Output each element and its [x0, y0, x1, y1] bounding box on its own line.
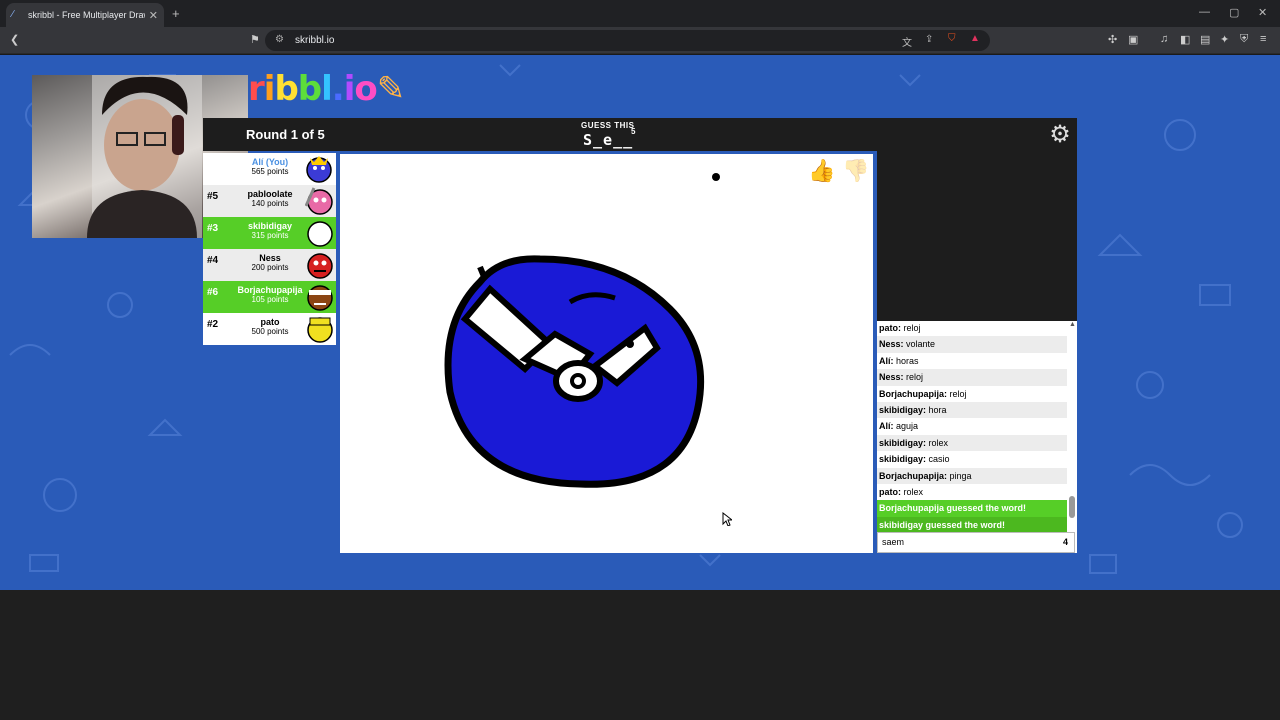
menu-icon[interactable]: ≡ — [1260, 33, 1266, 45]
chat-message: pato: rolex — [879, 486, 924, 497]
guessed-message: Borjachupapija guessed the word! — [877, 500, 1067, 517]
chat-message: Borjachupapija: reloj — [879, 388, 967, 399]
chat-message: skibidigay: hora — [877, 401, 1067, 419]
player-rank: #5 — [207, 191, 219, 202]
back-icon[interactable]: ❮ — [10, 33, 19, 46]
minimize-button[interactable]: — — [1199, 6, 1210, 18]
players-list: #1 Alí (You) 565 points #5 pabloolate 140 … — [203, 153, 336, 346]
player-row[interactable]: #5 pabloolate 140 points — [203, 185, 336, 217]
player-avatar — [306, 156, 332, 183]
player-rank: #3 — [207, 223, 219, 234]
wallet-icon[interactable]: ▤ — [1200, 33, 1210, 46]
chat-message: Ness: volante — [877, 336, 1067, 353]
tab-title: skribbl - Free Multiplayer Drawin — [28, 10, 145, 20]
translate-icon[interactable]: 文 — [902, 34, 912, 49]
thumbs-down-icon[interactable]: 👎 — [842, 158, 869, 184]
player-rank: #4 — [207, 255, 219, 266]
round-indicator: Round 1 of 5 — [246, 127, 325, 142]
player-avatar — [307, 221, 333, 247]
player-name: Ness — [259, 253, 281, 263]
bookmark-icon[interactable]: ⚑ — [250, 33, 260, 46]
player-avatar — [307, 285, 333, 311]
skribbl-favicon-icon: ∕ — [12, 9, 14, 20]
player-row[interactable]: #1 Alí (You) 565 points — [203, 153, 336, 185]
screenshot-icon[interactable]: ▣ — [1128, 33, 1138, 46]
player-row[interactable]: #4 Ness 200 points — [203, 249, 336, 281]
page-background: ribbl.io✎ Round 1 of 5 GUESS THIS S_e__ … — [0, 55, 1280, 590]
player-points: 565 points — [251, 167, 289, 176]
player-points: 200 points — [251, 263, 289, 272]
chat-message: Alí: horas — [879, 355, 919, 366]
player-row[interactable]: #3 skibidigay 315 points — [203, 217, 336, 249]
vpn-icon[interactable]: ⛨ — [1240, 33, 1248, 46]
player-name: Alí (You) — [251, 157, 289, 167]
chat-input-text: saem — [882, 537, 905, 547]
extensions-icon[interactable]: ✣ — [1108, 33, 1117, 46]
player-points: 500 points — [251, 327, 289, 336]
scroll-thumb[interactable] — [1069, 496, 1075, 518]
player-rank: #6 — [207, 287, 219, 298]
maximize-button[interactable]: ▢ — [1229, 6, 1239, 19]
site-info-icon[interactable]: ⚙ — [275, 34, 284, 45]
guessed-message: skibidigay guessed the word! — [877, 516, 1067, 534]
player-points: 315 points — [251, 231, 289, 240]
chat-header-area — [877, 151, 1077, 321]
player-name: pato — [260, 317, 280, 327]
chat-message: pato: reloj — [879, 323, 921, 333]
chat-panel: pato: reloj Ness: volante Alí: horas Nes… — [877, 151, 1077, 553]
share-icon[interactable]: ⇪ — [925, 34, 933, 45]
browser-tab[interactable]: ∕ skribbl - Free Multiplayer Drawin ✕ — [6, 3, 164, 27]
drawing-canvas[interactable]: 👍 👎 — [340, 154, 873, 553]
player-rank: #2 — [207, 319, 219, 330]
guess-this-label: GUESS THIS — [581, 121, 635, 130]
player-points: 105 points — [251, 295, 289, 304]
player-name: skibidigay — [247, 221, 292, 231]
address-bar[interactable]: ⚙ skribbl.io 文 ⇪ ⛉ ▲ — [265, 30, 990, 51]
chat-input[interactable]: saem 4 — [877, 532, 1075, 553]
page-footer-area — [0, 590, 1280, 720]
game-header: Round 1 of 5 GUESS THIS S_e__ 5 ⚙ — [203, 118, 1077, 151]
player-name: pabloolate — [247, 189, 293, 199]
browser-tab-bar: ∕ skribbl - Free Multiplayer Drawin ✕ + … — [0, 0, 1280, 27]
player-points: 140 points — [251, 199, 289, 208]
chat-message: Ness: reloj — [877, 369, 1067, 386]
new-tab-button[interactable]: + — [172, 6, 180, 21]
tab-close-icon[interactable]: ✕ — [149, 9, 158, 22]
scroll-up-icon[interactable]: ▲ — [1069, 321, 1076, 328]
chat-message: skibidigay: casio — [879, 454, 950, 465]
chat-char-count: 4 — [1062, 537, 1068, 547]
url-text: skribbl.io — [295, 35, 335, 46]
media-icon[interactable]: ♫ — [1160, 33, 1168, 45]
player-avatar — [307, 253, 333, 279]
brave-shield-icon[interactable]: ⛉ — [948, 33, 956, 44]
thumbs-up-icon[interactable]: 👍 — [808, 158, 835, 184]
chat-message: Alí: aguja — [879, 421, 919, 432]
close-window-button[interactable]: ✕ — [1258, 6, 1267, 19]
player-row[interactable]: #6 Borjachupapija 105 points — [203, 281, 336, 313]
chat-message: skibidigay: rolex — [877, 434, 1067, 452]
brave-rewards-icon[interactable]: ▲ — [970, 33, 980, 44]
player-avatar — [307, 317, 333, 343]
browser-toolbar: ❮ ⚑ ⚙ skribbl.io 文 ⇪ ⛉ ▲ ✣ ▣ ♫ ◧ ▤ ✦ ⛨ ≡ — [0, 27, 1280, 54]
player-name: Borjachupapija — [237, 285, 303, 295]
word-hint: S_e__ — [583, 131, 634, 149]
player-row[interactable]: #2 pato 500 points — [203, 313, 336, 345]
drawing — [444, 173, 720, 488]
gear-icon[interactable]: ⚙ — [1047, 122, 1073, 148]
skribbl-logo: ribbl.io✎ — [248, 69, 405, 109]
leo-ai-icon[interactable]: ✦ — [1220, 33, 1229, 46]
player-rank: #1 — [207, 159, 219, 170]
player-avatar — [305, 187, 333, 215]
word-length: 5 — [631, 127, 636, 136]
chat-message: Borjachupapija: pinga — [877, 467, 1067, 484]
sidebar-icon[interactable]: ◧ — [1180, 33, 1190, 46]
mouse-cursor-icon — [722, 512, 732, 526]
